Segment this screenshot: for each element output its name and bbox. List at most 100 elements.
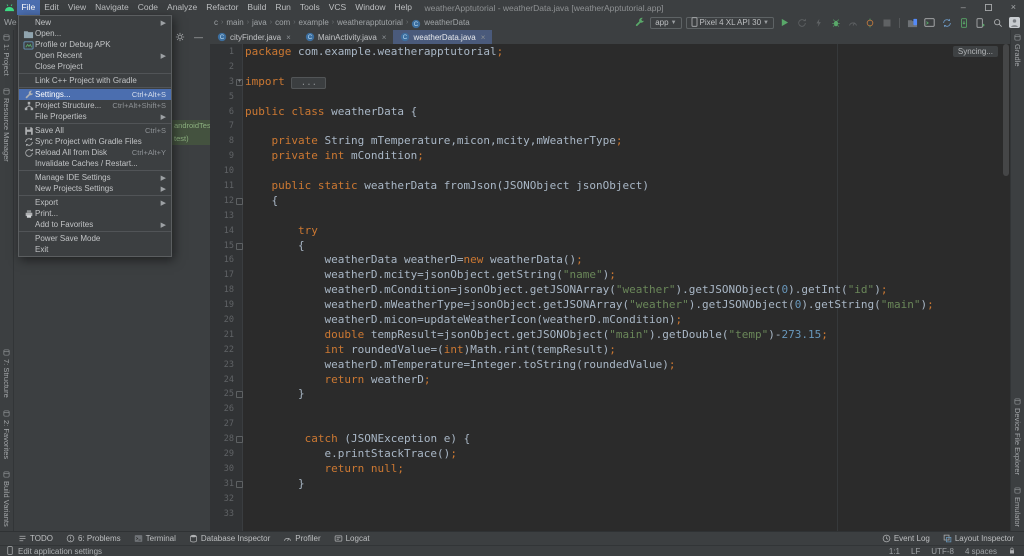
fold-marker-icon[interactable] xyxy=(236,242,243,250)
file-encoding[interactable]: UTF-8 xyxy=(931,547,954,556)
tool-window-button-database-inspector[interactable]: Database Inspector xyxy=(189,534,270,543)
menubar-item-run[interactable]: Run xyxy=(271,0,296,15)
file-menu-item-save-all[interactable]: Save All Ctrl+S xyxy=(19,125,171,136)
fold-marker-icon[interactable] xyxy=(236,391,243,399)
menubar-item-view[interactable]: View xyxy=(63,0,90,15)
close-icon[interactable]: × xyxy=(382,33,387,42)
search-icon[interactable] xyxy=(991,16,1004,29)
tool-window-button-profiler[interactable]: Profiler xyxy=(283,534,321,543)
tool-window-button-2-favorites[interactable]: 2: Favorites xyxy=(2,410,11,459)
minimize-button[interactable]: – xyxy=(961,0,966,15)
breadcrumb-item-java[interactable]: java xyxy=(251,18,268,27)
fold-marker-icon[interactable] xyxy=(236,436,243,444)
file-menu-item-close-project[interactable]: Close Project xyxy=(19,61,171,72)
fold-marker-icon[interactable] xyxy=(236,197,243,205)
user-avatar[interactable] xyxy=(1008,16,1021,29)
stop-button[interactable] xyxy=(880,16,893,29)
close-button[interactable]: × xyxy=(1011,0,1016,15)
tool-window-button-7-structure[interactable]: 7: Structure xyxy=(2,349,11,398)
breadcrumb-start[interactable]: We xyxy=(4,15,17,30)
logcat-window-icon[interactable] xyxy=(923,16,936,29)
file-menu-item-profile-or-debug-apk[interactable]: Profile or Debug APK xyxy=(19,39,171,50)
tool-window-button-build-variants[interactable]: Build Variants xyxy=(2,471,11,527)
close-icon[interactable]: × xyxy=(481,33,486,42)
file-menu-item-link-c-project-with-gradle[interactable]: Link C++ Project with Gradle xyxy=(19,75,171,86)
menubar-item-window[interactable]: Window xyxy=(351,0,390,15)
apply-changes-button[interactable] xyxy=(795,16,808,29)
file-menu-item-export[interactable]: Export ▶ xyxy=(19,197,171,208)
tab-MainActivity.java[interactable]: C MainActivity.java × xyxy=(298,30,394,44)
breadcrumb-item-weatherData[interactable]: weatherData xyxy=(423,18,470,27)
file-menu-item-sync-project-with-gradle-files[interactable]: Sync Project with Gradle Files xyxy=(19,136,171,147)
maximize-button[interactable] xyxy=(984,4,992,11)
tool-window-button-terminal[interactable]: Terminal xyxy=(134,534,176,543)
menubar-item-tools[interactable]: Tools xyxy=(295,0,324,15)
file-menu-item-print[interactable]: Print... xyxy=(19,208,171,219)
file-menu-item-add-to-favorites[interactable]: Add to Favorites ▶ xyxy=(19,219,171,230)
breadcrumb-item-main[interactable]: main xyxy=(225,18,244,27)
gear-icon[interactable] xyxy=(175,32,185,42)
tool-window-button-gradle[interactable]: Gradle xyxy=(1013,34,1022,67)
run-button[interactable] xyxy=(778,16,791,29)
gradle-sync-icon[interactable] xyxy=(940,16,953,29)
menubar-item-file[interactable]: File xyxy=(17,0,40,15)
tab-cityFinder.java[interactable]: CcityFinder.java × xyxy=(210,30,298,44)
device-select[interactable]: Pixel 4 XL API 30 ▼ xyxy=(685,16,774,29)
file-menu-item-settings[interactable]: Settings... Ctrl+Alt+S xyxy=(19,89,171,100)
file-menu-item-reload-all-from-disk[interactable]: Reload All from Disk Ctrl+Alt+Y xyxy=(19,147,171,158)
caret-position[interactable]: 1:1 xyxy=(889,547,900,556)
file-menu-item-new-projects-settings[interactable]: New Projects Settings ▶ xyxy=(19,183,171,194)
menubar-item-code[interactable]: Code xyxy=(133,0,162,15)
debug-button[interactable] xyxy=(829,16,842,29)
file-menu-item-power-save-mode[interactable]: Power Save Mode xyxy=(19,233,171,244)
hide-panel-icon[interactable]: — xyxy=(194,32,203,42)
file-menu-item-file-properties[interactable]: File Properties ▶ xyxy=(19,111,171,122)
file-menu-item-open-recent[interactable]: Open Recent ▶ xyxy=(19,50,171,61)
close-icon[interactable]: × xyxy=(286,33,291,42)
file-menu-item-manage-ide-settings[interactable]: Manage IDE Settings ▶ xyxy=(19,172,171,183)
tool-window-button-device-file-explorer[interactable]: Device File Explorer xyxy=(1013,398,1022,475)
tool-window-button-event-log[interactable]: Event Log xyxy=(882,534,930,543)
menubar-item-vcs[interactable]: VCS xyxy=(324,0,350,15)
tool-window-button-logcat[interactable]: Logcat xyxy=(334,534,370,543)
tool-window-button-emulator[interactable]: Emulator xyxy=(1013,487,1022,527)
tool-window-button-6-problems[interactable]: 6: Problems xyxy=(66,534,121,543)
menubar-item-refactor[interactable]: Refactor xyxy=(202,0,243,15)
menubar-item-help[interactable]: Help xyxy=(390,0,416,15)
code-editor[interactable]: 1 package com.example.weatherapptutorial;… xyxy=(210,44,1010,531)
editor-scrollbar[interactable] xyxy=(1003,44,1009,176)
indent-setting[interactable]: 4 spaces xyxy=(965,547,997,556)
menubar-item-analyze[interactable]: Analyze xyxy=(163,0,202,15)
lock-icon[interactable] xyxy=(1008,546,1016,556)
file-menu-item-exit[interactable]: Exit xyxy=(19,244,171,255)
breadcrumb-item-com[interactable]: com xyxy=(274,18,291,27)
menubar-item-build[interactable]: Build xyxy=(243,0,271,15)
tool-window-button-layout-inspector[interactable]: Layout Inspector xyxy=(943,534,1014,543)
project-tree-row[interactable]: androidTest) xyxy=(172,120,210,133)
tool-window-button-resource-manager[interactable]: Resource Manager xyxy=(2,88,11,161)
avd-manager-icon[interactable] xyxy=(974,16,987,29)
sdk-manager-icon[interactable] xyxy=(957,16,970,29)
file-menu-item-new[interactable]: New ▶ xyxy=(19,17,171,28)
build-hammer-icon[interactable] xyxy=(633,16,646,29)
tool-window-button-todo[interactable]: TODO xyxy=(18,534,53,543)
attach-profiler-button[interactable] xyxy=(863,16,876,29)
fold-marker-icon[interactable]: + xyxy=(236,78,243,86)
run-config-select[interactable]: app ▼ xyxy=(650,16,682,29)
file-menu-item-invalidate-caches-restart[interactable]: Invalidate Caches / Restart... xyxy=(19,158,171,169)
profile-button[interactable] xyxy=(846,16,859,29)
file-menu-item-project-structure[interactable]: Project Structure... Ctrl+Alt+Shift+S xyxy=(19,100,171,111)
project-tree-row[interactable]: test) xyxy=(172,132,210,145)
apply-code-changes-button[interactable] xyxy=(812,16,825,29)
tool-window-button-1-project[interactable]: 1: Project xyxy=(2,34,11,76)
line-ending[interactable]: LF xyxy=(911,547,920,556)
breadcrumb-item-c[interactable]: c xyxy=(213,18,219,27)
breadcrumb-item-weatherapptutorial[interactable]: weatherapptutorial xyxy=(336,18,404,27)
menubar-item-navigate[interactable]: Navigate xyxy=(91,0,134,15)
breadcrumb-item-example[interactable]: example xyxy=(298,18,330,27)
tab-weatherData.java[interactable]: CweatherData.java × xyxy=(393,30,493,44)
fold-marker-icon[interactable] xyxy=(236,480,243,488)
menubar-item-edit[interactable]: Edit xyxy=(40,0,64,15)
device-manager-icon[interactable] xyxy=(906,16,919,29)
file-menu-item-open[interactable]: Open... xyxy=(19,28,171,39)
